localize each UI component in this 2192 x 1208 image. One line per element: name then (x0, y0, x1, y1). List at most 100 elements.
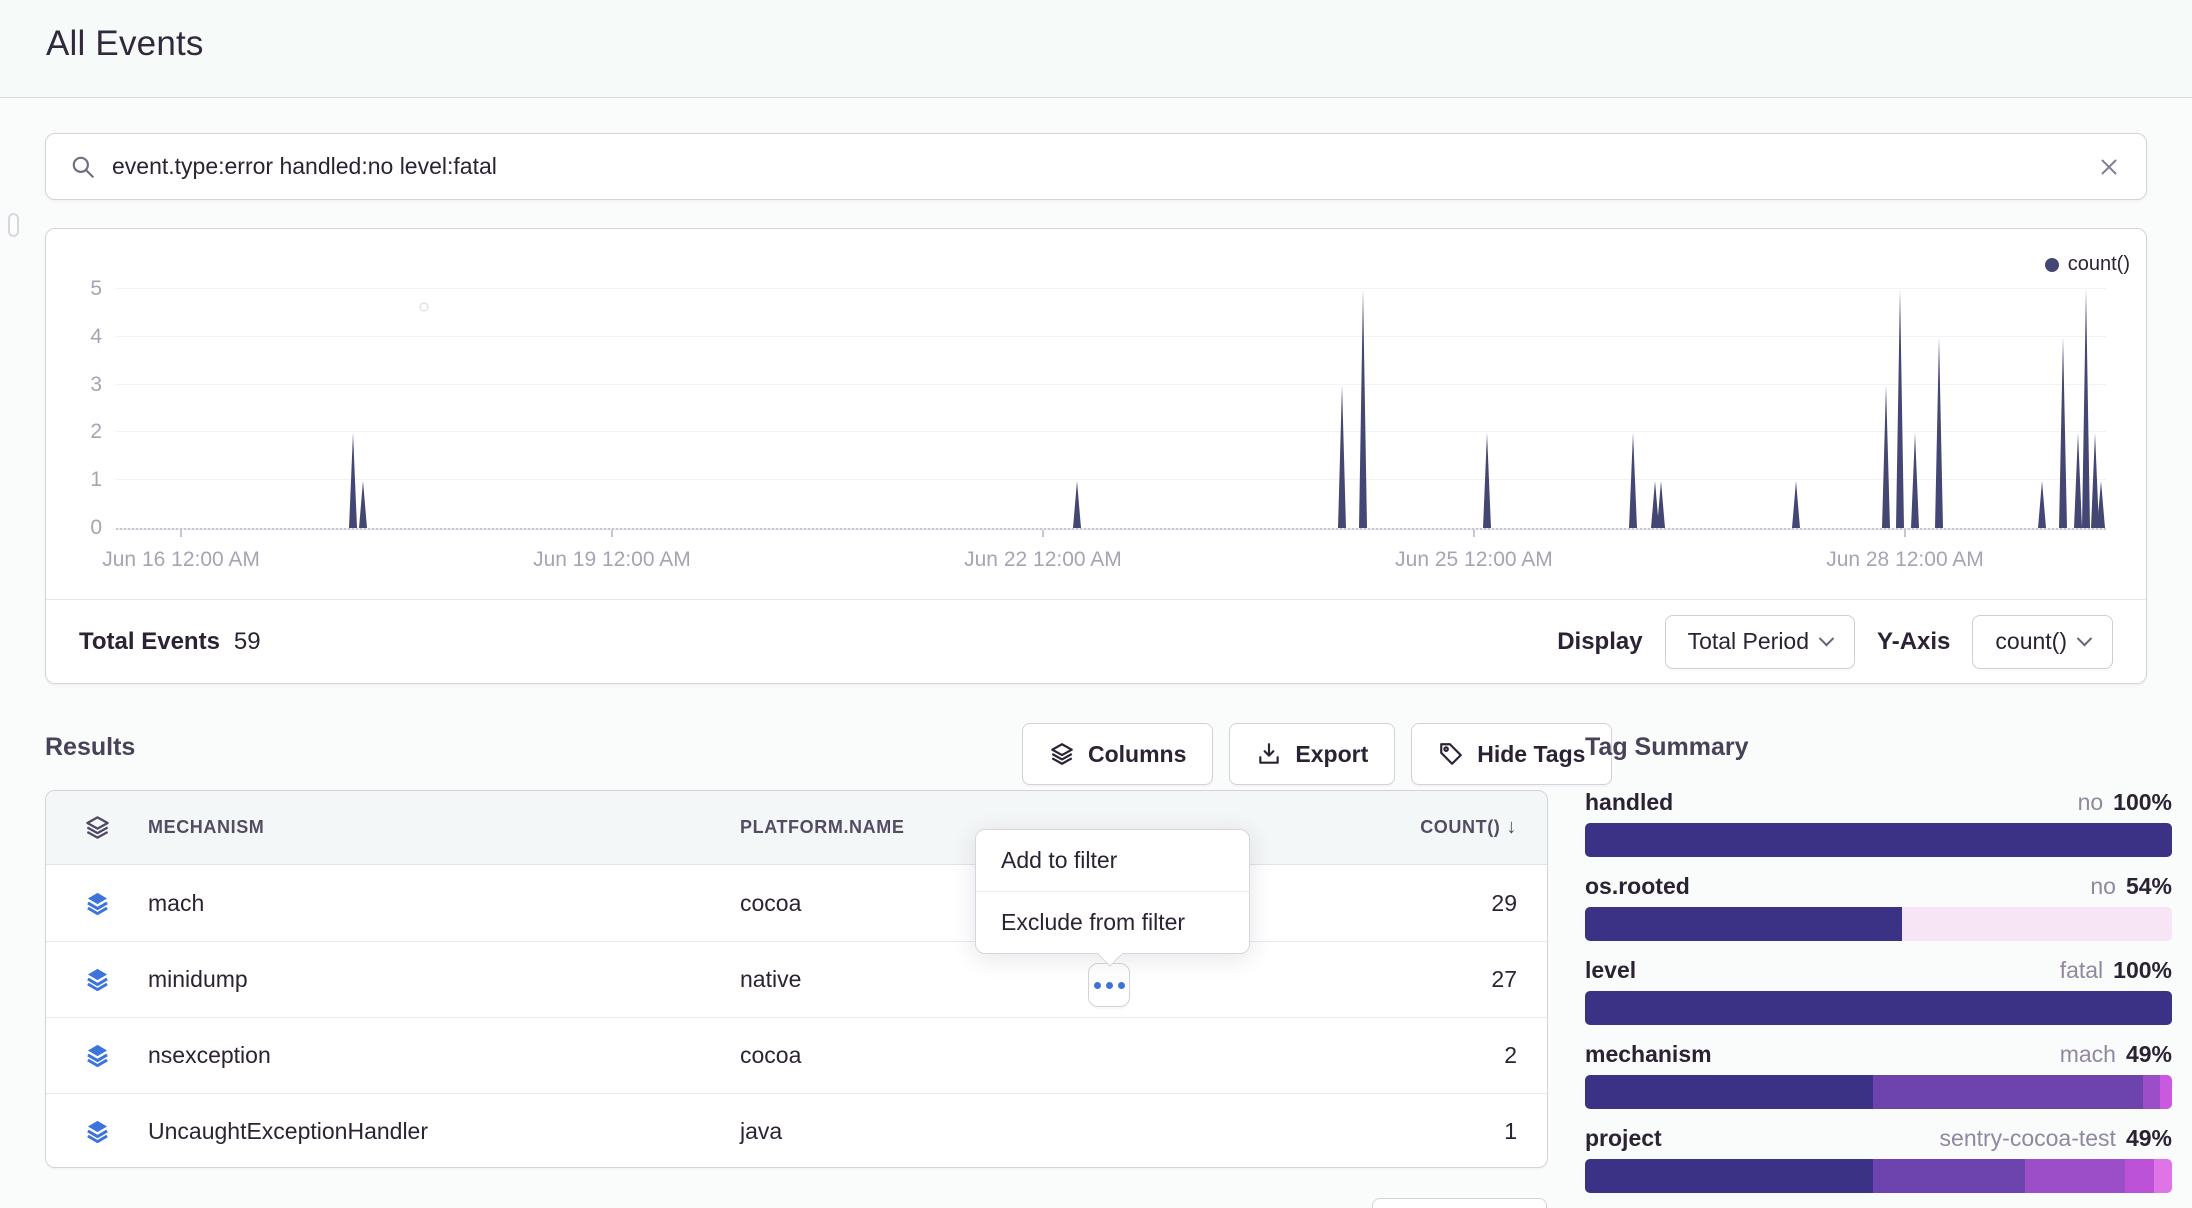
chart-spike (1359, 289, 1367, 528)
legend-series-dot (2045, 258, 2059, 272)
tag-distribution-bar[interactable] (1585, 907, 2172, 941)
tag-top-percent: 49% (2126, 1125, 2172, 1152)
chart-spike (1657, 481, 1665, 528)
table-row[interactable]: mach cocoa 29 (46, 865, 1547, 941)
table-row[interactable]: nsexception cocoa 2 (46, 1017, 1547, 1093)
tag-top-percent: 49% (2126, 1041, 2172, 1068)
pagination-button-partial[interactable] (1372, 1198, 1547, 1208)
tag-name: project (1585, 1125, 1662, 1152)
column-header-count[interactable]: COUNT()↓ (1327, 816, 1547, 839)
chart-gridline (116, 479, 2106, 480)
x-axis-tick (1473, 530, 1475, 537)
menu-item-add-to-filter[interactable]: Add to filter (976, 830, 1249, 891)
cell-mechanism: nsexception (148, 1042, 740, 1069)
search-icon (70, 154, 96, 180)
tag-bar-segment (2160, 1075, 2172, 1109)
chart-spike (2082, 289, 2090, 528)
table-row[interactable]: minidump native 27 (46, 941, 1547, 1017)
chart-spike (1882, 385, 1890, 528)
cell-count: 27 (1327, 966, 1547, 993)
cell-count: 29 (1327, 890, 1547, 917)
cell-count: 1 (1327, 1118, 1547, 1145)
cell-mechanism: minidump (148, 966, 740, 993)
x-axis-tick-label: Jun 16 12:00 AM (102, 548, 260, 572)
table-row[interactable]: UncaughtExceptionHandler java 1 (46, 1093, 1547, 1168)
download-icon (1256, 741, 1282, 767)
tag-entry[interactable]: os.rooted no 54% (1585, 873, 2172, 941)
tag-top-value: mach (2060, 1041, 2116, 1068)
tag-distribution-bar[interactable] (1585, 1075, 2172, 1109)
tag-bar-segment (1585, 907, 1902, 941)
hide-tags-button[interactable]: Hide Tags (1411, 723, 1612, 785)
tag-bar-segment (2143, 1075, 2161, 1109)
tag-bar-segment (1585, 1075, 1873, 1109)
cell-mechanism: UncaughtExceptionHandler (148, 1118, 740, 1145)
cell-platform: java (740, 1118, 1327, 1145)
tag-bar-segment (1873, 1159, 2026, 1193)
table-header-row: MECHANISM PLATFORM.NAME COUNT()↓ (46, 791, 1547, 865)
table-body: mach cocoa 29 minidump native 27 (46, 865, 1547, 1168)
x-axis-tick-label: Jun 25 12:00 AM (1395, 548, 1553, 572)
page-header: All Events (0, 0, 2192, 98)
chart-spike (1792, 481, 1800, 528)
all-events-page: All Events event.type:error handled:no l… (0, 0, 2192, 1208)
x-axis-tick (180, 530, 182, 537)
export-button-label: Export (1295, 741, 1368, 768)
x-axis-tick-label: Jun 19 12:00 AM (533, 548, 691, 572)
chart-spike (1896, 289, 1904, 528)
hide-tags-button-label: Hide Tags (1477, 741, 1585, 768)
tag-entry[interactable]: project sentry-cocoa-test 49% (1585, 1125, 2172, 1193)
yaxis-select[interactable]: count() (1972, 615, 2113, 669)
export-button[interactable]: Export (1229, 723, 1395, 785)
stray-point-icon (420, 303, 429, 312)
tag-name: mechanism (1585, 1041, 1712, 1068)
y-axis-tick-label: 3 (54, 373, 102, 397)
y-axis-tick-label: 5 (54, 277, 102, 301)
search-bar[interactable]: event.type:error handled:no level:fatal (45, 133, 2147, 200)
chart-spike (1338, 385, 1346, 528)
chart-spike (1483, 433, 1491, 528)
tag-name: handled (1585, 789, 1673, 816)
events-chart-card: count() 543210Jun 16 12:00 AMJun 19 12:0… (45, 228, 2147, 684)
tag-entry[interactable]: handled no 100% (1585, 789, 2172, 857)
row-layers-icon (46, 1042, 148, 1069)
tag-icon (1438, 741, 1464, 767)
search-input[interactable]: event.type:error handled:no level:fatal (112, 153, 2096, 180)
chart-spike (2059, 337, 2067, 528)
tag-top-value: fatal (2060, 957, 2103, 984)
tag-entry[interactable]: level fatal 100% (1585, 957, 2172, 1025)
tag-distribution-bar[interactable] (1585, 1159, 2172, 1193)
tag-distribution-bar[interactable] (1585, 823, 2172, 857)
drag-handle[interactable] (8, 213, 19, 237)
tag-summary: Tag Summary handled no 100% os.rooted no… (1585, 733, 2172, 1208)
chart-spike (1935, 337, 1943, 528)
columns-button-label: Columns (1088, 741, 1186, 768)
chart-gridline (116, 384, 2106, 385)
chart-spike (349, 433, 357, 528)
cell-platform: cocoa (740, 1042, 1327, 1069)
dot (1118, 982, 1125, 989)
chart-spike (2074, 433, 2082, 528)
cell-count: 2 (1327, 1042, 1547, 1069)
cell-mechanism: mach (148, 890, 740, 917)
tag-distribution-bar[interactable] (1585, 991, 2172, 1025)
cell-context-menu: Add to filter Exclude from filter (975, 829, 1250, 954)
tag-entry[interactable]: mechanism mach 49% (1585, 1041, 2172, 1109)
display-select-value: Total Period (1688, 628, 1809, 655)
display-select[interactable]: Total Period (1665, 615, 1855, 669)
chart-plot[interactable]: 543210Jun 16 12:00 AMJun 19 12:00 AMJun … (116, 289, 2106, 528)
row-actions-button[interactable] (1088, 963, 1130, 1007)
search-clear-icon[interactable] (2096, 154, 2122, 180)
tag-bar-segment (1902, 907, 2172, 941)
columns-button[interactable]: Columns (1022, 723, 1213, 785)
tag-top-value: no (2090, 873, 2116, 900)
results-title: Results (45, 733, 135, 762)
column-header-mechanism[interactable]: MECHANISM (148, 817, 740, 838)
tag-name: os.rooted (1585, 873, 1690, 900)
chart-spike (1073, 481, 1081, 528)
yaxis-label: Y-Axis (1877, 628, 1950, 656)
tag-summary-title: Tag Summary (1585, 733, 2172, 762)
header-layers-icon[interactable] (46, 814, 148, 841)
tag-top-value: no (2078, 789, 2104, 816)
tag-bar-segment (2025, 1159, 2125, 1193)
